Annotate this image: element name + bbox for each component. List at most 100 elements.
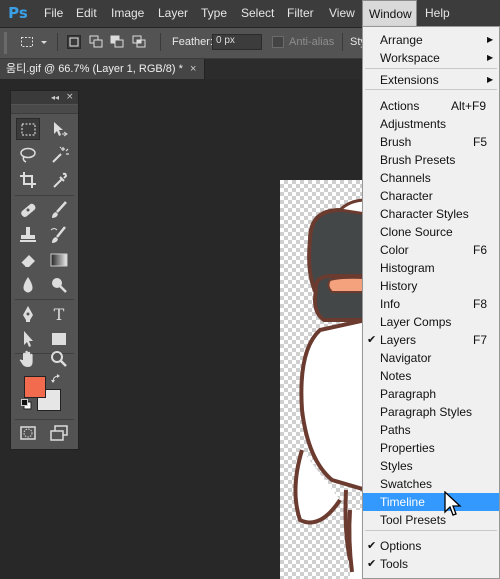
spot-healing-brush-tool[interactable] bbox=[16, 199, 40, 221]
pen-tool[interactable] bbox=[16, 303, 40, 325]
menu-item-color[interactable]: Color F6 bbox=[363, 241, 499, 259]
menu-item-swatches[interactable]: Swatches bbox=[363, 475, 499, 493]
crop-icon bbox=[20, 172, 36, 188]
menu-select[interactable]: Select bbox=[235, 0, 280, 27]
menu-item-tools[interactable]: ✔ Tools bbox=[363, 555, 499, 573]
check-icon: ✔ bbox=[367, 558, 377, 570]
menu-item-character[interactable]: Character bbox=[363, 187, 499, 205]
menu-item-channels[interactable]: Channels bbox=[363, 169, 499, 187]
tools-panel-header[interactable]: ◂◂ × bbox=[11, 91, 78, 104]
menu-item-brush[interactable]: Brush F5 bbox=[363, 133, 499, 151]
move-tool[interactable] bbox=[47, 118, 71, 140]
add-to-selection-icon[interactable] bbox=[89, 35, 103, 49]
menu-item-extensions[interactable]: Extensions ▶ bbox=[363, 71, 499, 89]
crop-tool[interactable] bbox=[16, 169, 40, 191]
eraser-tool[interactable] bbox=[16, 249, 40, 271]
eraser-icon bbox=[20, 255, 35, 268]
menu-item-clone-source[interactable]: Clone Source bbox=[363, 223, 499, 241]
antialias-checkbox[interactable] bbox=[272, 36, 284, 48]
drop-icon bbox=[23, 277, 33, 293]
type-tool[interactable]: T bbox=[47, 303, 71, 325]
rectangle-tool[interactable] bbox=[47, 328, 71, 350]
blur-tool[interactable] bbox=[16, 274, 40, 296]
menu-item-paragraph[interactable]: Paragraph bbox=[363, 385, 499, 403]
menu-item-label: Color bbox=[380, 243, 409, 257]
subtract-from-selection-icon[interactable] bbox=[110, 35, 124, 49]
arrow-pointer-icon bbox=[24, 331, 33, 347]
menu-item-layers[interactable]: ✔ Layers F7 bbox=[363, 331, 499, 349]
collapse-icon[interactable]: ◂◂ bbox=[51, 91, 59, 104]
menu-item-paragraph-styles[interactable]: Paragraph Styles bbox=[363, 403, 499, 421]
swap-colors-icon[interactable] bbox=[51, 374, 61, 384]
gradient-tool[interactable] bbox=[47, 249, 71, 271]
menu-item-properties[interactable]: Properties bbox=[363, 439, 499, 457]
screen-mode-button[interactable] bbox=[47, 422, 71, 444]
menu-window[interactable]: Window bbox=[362, 0, 417, 27]
feather-input[interactable]: 0 px bbox=[212, 34, 262, 50]
hand-tool[interactable] bbox=[16, 348, 40, 370]
menu-item-notes[interactable]: Notes bbox=[363, 367, 499, 385]
intersect-selection-icon[interactable] bbox=[132, 35, 146, 49]
menu-item-info[interactable]: Info F8 bbox=[363, 295, 499, 313]
rectangular-marquee-tool[interactable] bbox=[16, 118, 40, 140]
history-brush-tool[interactable] bbox=[47, 224, 71, 246]
menu-bar: Ps File Edit Image Layer Type Select Fil… bbox=[0, 0, 500, 28]
tools-panel-grip[interactable] bbox=[11, 105, 78, 114]
menu-item-actions[interactable]: Actions Alt+F9 bbox=[363, 97, 499, 115]
tools-panel: ◂◂ × T bbox=[10, 90, 79, 450]
menu-item-shortcut: F8 bbox=[473, 297, 488, 311]
menu-item-label: Arrange bbox=[380, 33, 423, 47]
menu-view[interactable]: View bbox=[323, 0, 361, 27]
svg-text:T: T bbox=[54, 305, 65, 324]
brush-tool[interactable] bbox=[47, 199, 71, 221]
menu-item-workspace[interactable]: Workspace ▶ bbox=[363, 49, 499, 67]
menu-item-label: Character Styles bbox=[380, 207, 469, 221]
menu-edit[interactable]: Edit bbox=[70, 0, 103, 27]
menu-item-brush-presets[interactable]: Brush Presets bbox=[363, 151, 499, 169]
menu-type[interactable]: Type bbox=[195, 0, 233, 27]
menu-item-paths[interactable]: Paths bbox=[363, 421, 499, 439]
menu-item-timeline[interactable]: Timeline bbox=[363, 493, 499, 511]
quick-mask-mode-button[interactable] bbox=[16, 422, 40, 444]
default-colors-icon[interactable] bbox=[21, 399, 32, 410]
chevron-down-icon[interactable] bbox=[40, 35, 48, 49]
menu-item-label: Brush bbox=[380, 135, 412, 149]
menu-item-arrange[interactable]: Arrange ▶ bbox=[363, 31, 499, 49]
menu-item-label: Properties bbox=[380, 441, 435, 455]
menu-item-history[interactable]: History bbox=[363, 277, 499, 295]
menu-item-options[interactable]: ✔ Options bbox=[363, 537, 499, 555]
menu-item-histogram[interactable]: Histogram bbox=[363, 259, 499, 277]
menu-item-adjustments[interactable]: Adjustments bbox=[363, 115, 499, 133]
clone-stamp-tool[interactable] bbox=[16, 224, 40, 246]
rect-marquee-preset-icon[interactable] bbox=[20, 35, 34, 49]
menu-separator bbox=[365, 530, 497, 531]
new-selection-icon[interactable] bbox=[67, 35, 81, 49]
options-grip[interactable] bbox=[4, 32, 7, 54]
document-tab[interactable]: 움티.gif @ 66.7% (Layer 1, RGB/8) * × bbox=[0, 59, 205, 79]
menu-item-label: Paragraph Styles bbox=[380, 405, 473, 419]
lasso-tool[interactable] bbox=[16, 144, 40, 166]
tools-divider bbox=[15, 299, 74, 300]
menu-item-layer-comps[interactable]: Layer Comps bbox=[363, 313, 499, 331]
menu-file[interactable]: File bbox=[38, 0, 69, 27]
path-selection-tool[interactable] bbox=[16, 328, 40, 350]
check-icon: ✔ bbox=[367, 334, 377, 346]
menu-help[interactable]: Help bbox=[419, 0, 456, 27]
menu-filter[interactable]: Filter bbox=[281, 0, 320, 27]
menu-item-styles[interactable]: Styles bbox=[363, 457, 499, 475]
close-icon[interactable]: × bbox=[190, 59, 196, 79]
menu-item-label: Adjustments bbox=[380, 117, 447, 131]
document-canvas[interactable] bbox=[280, 180, 366, 579]
character-artwork bbox=[293, 198, 366, 579]
eyedropper-tool[interactable] bbox=[47, 169, 71, 191]
zoom-tool[interactable] bbox=[47, 348, 71, 370]
foreground-color-swatch[interactable] bbox=[24, 376, 46, 398]
menu-item-tool-presets[interactable]: Tool Presets bbox=[363, 511, 499, 529]
menu-layer[interactable]: Layer bbox=[152, 0, 194, 27]
dodge-tool[interactable] bbox=[47, 274, 71, 296]
menu-image[interactable]: Image bbox=[105, 0, 150, 27]
close-icon[interactable]: × bbox=[66, 91, 74, 104]
magic-wand-tool[interactable] bbox=[47, 144, 71, 166]
menu-item-navigator[interactable]: Navigator bbox=[363, 349, 499, 367]
menu-item-character-styles[interactable]: Character Styles bbox=[363, 205, 499, 223]
